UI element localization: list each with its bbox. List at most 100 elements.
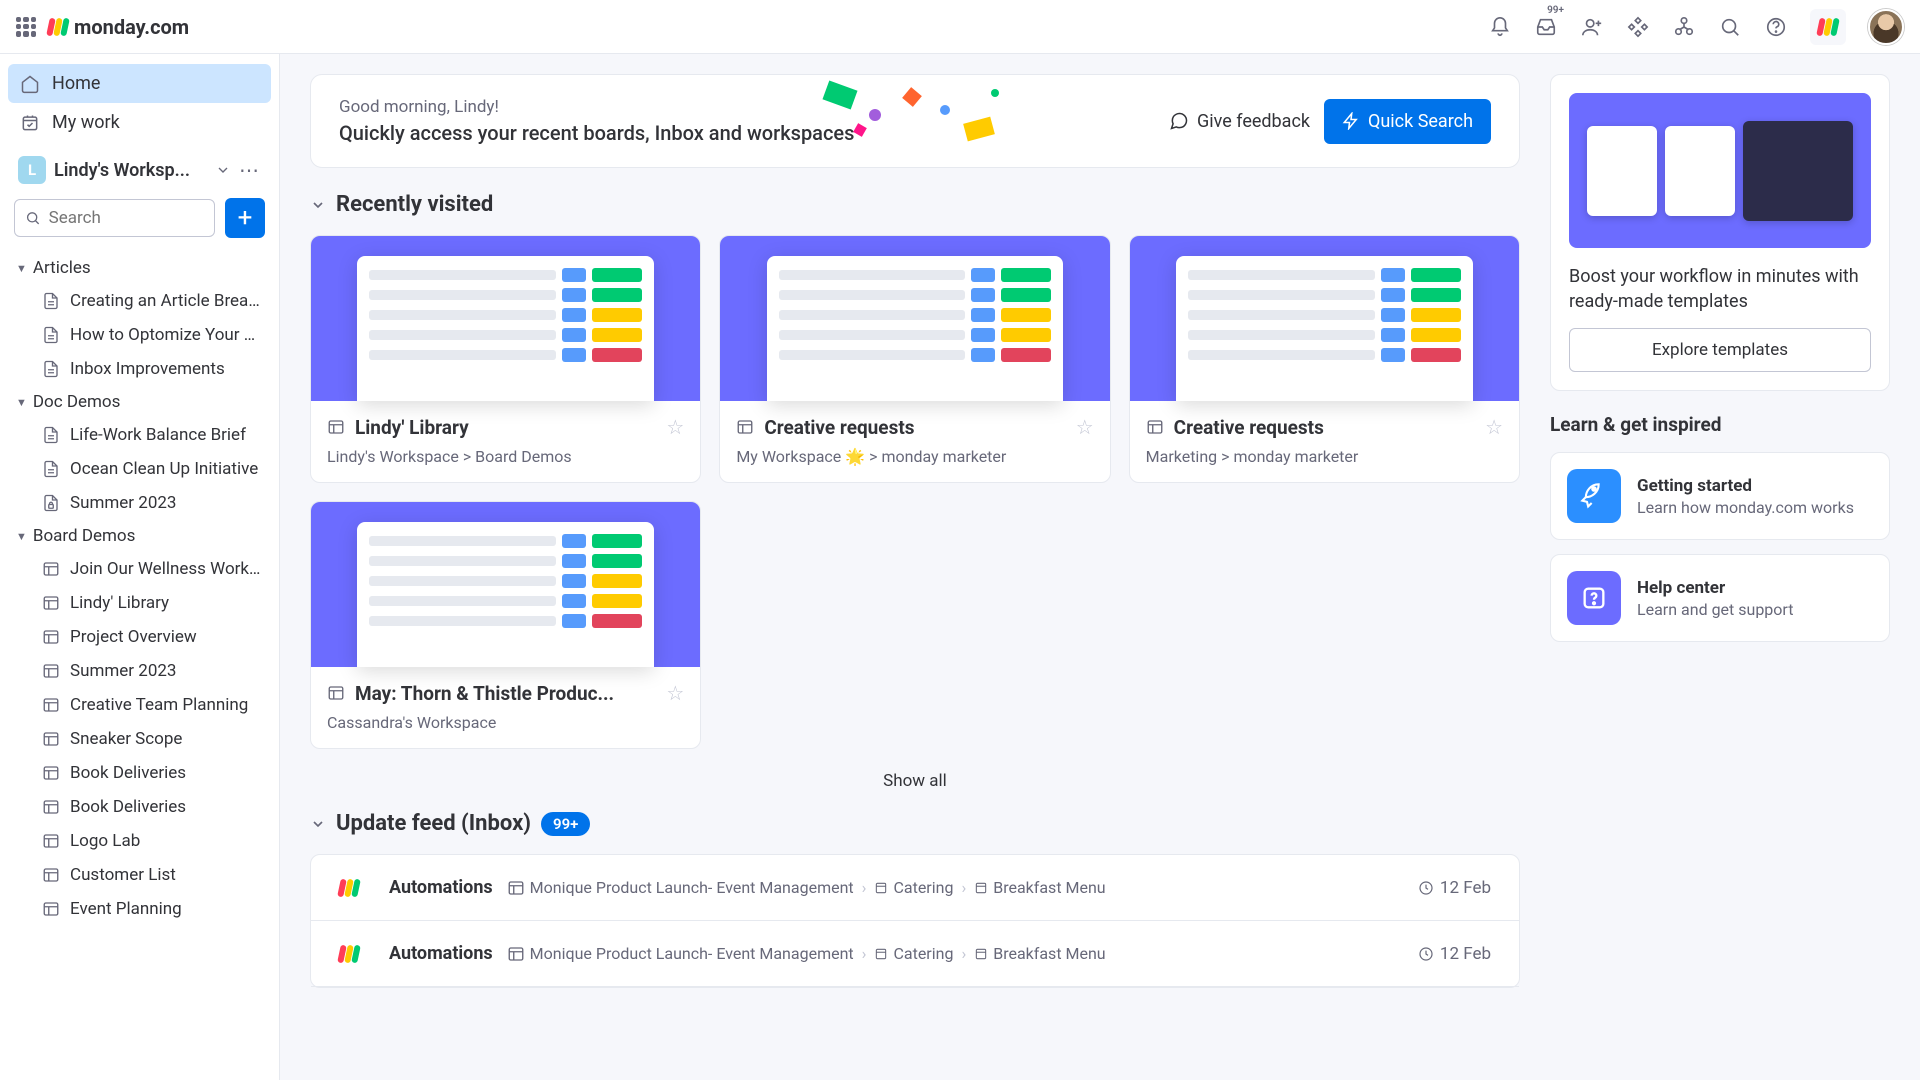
nav-mywork[interactable]: My work [8, 103, 271, 142]
feed-item[interactable]: Automations Monique Product Launch- Event… [311, 855, 1519, 921]
tree-group-header[interactable]: ▼Doc Demos [8, 386, 271, 418]
recent-section-header[interactable]: Recently visited [310, 192, 1520, 217]
breadcrumb[interactable]: Monique Product Launch- Event Management… [507, 878, 1106, 897]
tree-group-label: Doc Demos [33, 392, 121, 412]
greeting: Good morning, Lindy! [339, 97, 1169, 117]
help-square-icon [1567, 571, 1621, 625]
home-icon [20, 74, 40, 94]
give-feedback-link[interactable]: Give feedback [1169, 111, 1310, 132]
templates-card: Boost your workflow in minutes with read… [1550, 74, 1890, 391]
tree-item[interactable]: Book Deliveries [8, 756, 271, 790]
chevron-down-icon [310, 197, 326, 213]
tree-item[interactable]: Ocean Clean Up Initiative [8, 452, 271, 486]
card-thumbnail [311, 236, 700, 401]
board-icon [42, 628, 60, 646]
lightning-icon [1342, 112, 1360, 130]
tree-item[interactable]: Creative Team Planning [8, 688, 271, 722]
recent-card[interactable]: Creative requests☆My Workspace 🌟 > monda… [719, 235, 1110, 483]
breadcrumb-segment: Catering [893, 878, 953, 897]
workspace-name: Lindy's Worksp... [54, 160, 207, 181]
recent-card[interactable]: Creative requests☆Marketing > monday mar… [1129, 235, 1520, 483]
show-all-link[interactable]: Show all [310, 749, 1520, 801]
recent-card[interactable]: Lindy' Library ☆ Lindy's Workspace > Board… [310, 235, 701, 483]
feed-author: Automations [389, 877, 493, 898]
tree-item[interactable]: Summer 2023 [8, 654, 271, 688]
tree-item-label: Book Deliveries [70, 797, 186, 817]
card-title: Lindy' Library [355, 416, 656, 439]
nav-home-label: Home [52, 73, 100, 94]
nav-home[interactable]: Home [8, 64, 271, 103]
sidebar-search-input[interactable] [49, 208, 204, 228]
tree-item[interactable]: Lindy' Library [8, 586, 271, 620]
logo-mark-icon [48, 18, 68, 36]
breadcrumb[interactable]: Monique Product Launch- Event Management… [507, 944, 1106, 963]
tree-item[interactable]: Inbox Improvements [8, 352, 271, 386]
star-icon[interactable]: ☆ [666, 415, 684, 439]
tree-group-header[interactable]: ▼Board Demos [8, 520, 271, 552]
help-icon[interactable] [1764, 15, 1788, 39]
search-icon[interactable] [1718, 15, 1742, 39]
tree-item[interactable]: Customer List [8, 858, 271, 892]
workspaces-icon[interactable] [1672, 15, 1696, 39]
feed-item[interactable]: Automations Monique Product Launch- Event… [311, 921, 1519, 987]
tree-item[interactable]: Event Planning [8, 892, 271, 926]
tree-item[interactable]: Book Deliveries [8, 790, 271, 824]
tree-item[interactable]: Logo Lab [8, 824, 271, 858]
breadcrumb-segment: Monique Product Launch- Event Management [530, 878, 854, 897]
learn-item[interactable]: Help centerLearn and get support [1550, 554, 1890, 642]
quick-search-button[interactable]: Quick Search [1324, 99, 1491, 144]
tree-item-label: Inbox Improvements [70, 359, 225, 379]
workspace-selector[interactable]: L Lindy's Worksp... ⋯ [8, 142, 271, 194]
tree-item[interactable]: Life-Work Balance Brief [8, 418, 271, 452]
tree-item[interactable]: Summer 2023 [8, 486, 271, 520]
workspace-menu-icon[interactable]: ⋯ [239, 158, 261, 182]
inbox-badge: 99+ [1547, 5, 1564, 16]
card-path: Lindy's Workspace > Board Demos [327, 447, 684, 466]
workspace-badge: L [18, 156, 46, 184]
doc-icon [42, 494, 60, 512]
feedback-icon [1169, 111, 1189, 131]
explore-templates-button[interactable]: Explore templates [1569, 328, 1871, 372]
star-icon[interactable]: ☆ [666, 681, 684, 705]
tree-item-label: Life-Work Balance Brief [70, 425, 246, 445]
notifications-icon[interactable] [1488, 15, 1512, 39]
tree-group-header[interactable]: ▼Articles [8, 252, 271, 284]
product-switcher[interactable] [1810, 9, 1846, 45]
tree-item[interactable]: Project Overview [8, 620, 271, 654]
tree-item-label: Summer 2023 [70, 493, 177, 513]
doc-icon [42, 360, 60, 378]
star-icon[interactable]: ☆ [1076, 415, 1094, 439]
learn-item[interactable]: Getting startedLearn how monday.com work… [1550, 452, 1890, 540]
sidebar: Home My work L Lindy's Worksp... ⋯ [0, 54, 280, 1080]
tree-item-label: Ocean Clean Up Initiative [70, 459, 258, 479]
add-button[interactable]: + [225, 198, 265, 238]
user-avatar[interactable] [1868, 9, 1904, 45]
card-title: Creative requests [764, 416, 1065, 439]
feed-time: 12 Feb [1418, 944, 1491, 964]
apps-menu-icon[interactable] [16, 17, 36, 37]
tree-item[interactable]: How to Optomize Your A... [8, 318, 271, 352]
recent-card[interactable]: May: Thorn & Thistle Produc...☆Cassandra… [310, 501, 701, 749]
chevron-down-icon[interactable] [215, 162, 231, 178]
brand-logo[interactable]: monday.com [48, 15, 189, 39]
inbox-icon[interactable]: 99+ [1534, 15, 1558, 39]
tree-item[interactable]: Join Our Wellness Works... [8, 552, 271, 586]
feed-title: Update feed (Inbox) [336, 811, 531, 836]
rocket-icon [1567, 469, 1621, 523]
tree-item-label: Logo Lab [70, 831, 140, 851]
invite-icon[interactable] [1580, 15, 1604, 39]
tree-item[interactable]: Sneaker Scope [8, 722, 271, 756]
board-icon [42, 730, 60, 748]
tree-item[interactable]: Creating an Article Break... [8, 284, 271, 318]
sidebar-search[interactable] [14, 199, 215, 237]
feed-section-header[interactable]: Update feed (Inbox) 99+ [310, 811, 1520, 836]
star-icon[interactable]: ☆ [1485, 415, 1503, 439]
chevron-down-icon [310, 816, 326, 832]
feed-author: Automations [389, 943, 493, 964]
content: Good morning, Lindy! Quickly access your… [280, 54, 1920, 1080]
tree-item-label: Join Our Wellness Works... [70, 559, 263, 579]
apps-icon[interactable] [1626, 15, 1650, 39]
learn-item-title: Getting started [1637, 476, 1854, 496]
tree-item-label: Lindy' Library [70, 593, 169, 613]
logo-mark-small-icon [1818, 18, 1838, 36]
